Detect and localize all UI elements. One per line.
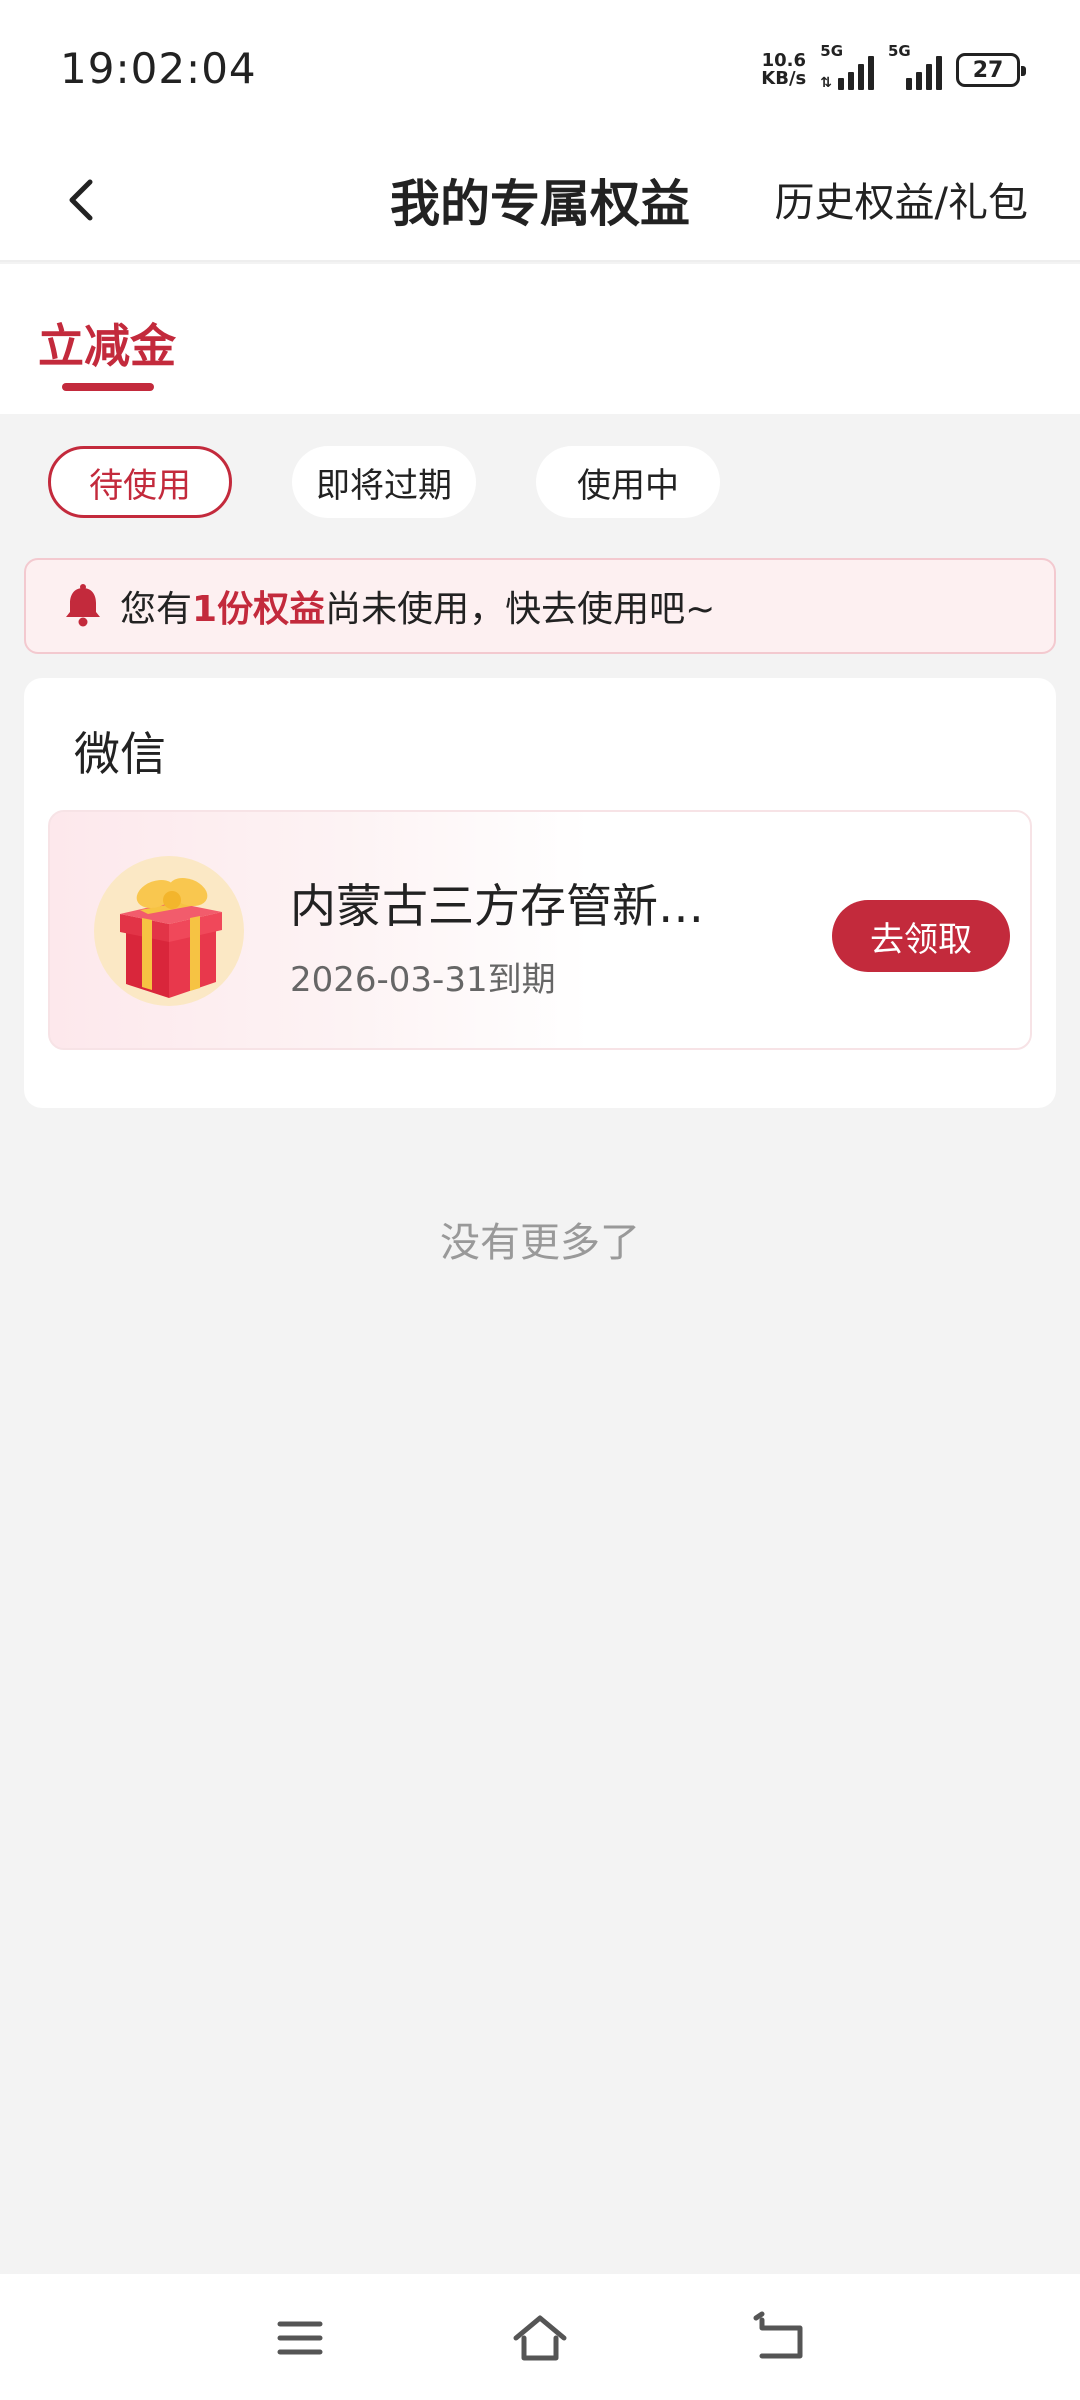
network-speed-unit: KB/s (761, 68, 807, 89)
sim1-label: 5G (820, 42, 844, 60)
no-more-text: 没有更多了 (440, 1220, 640, 1266)
home-icon[interactable] (510, 2308, 570, 2368)
back-icon[interactable] (750, 2308, 810, 2368)
tab-active-indicator (62, 383, 154, 391)
benefit-section-card: 微信 内蒙古三方存管新… 2026-03-31到期 去领取 (24, 678, 1056, 1108)
bell-icon (66, 584, 100, 627)
benefit-item: 内蒙古三方存管新… 2026-03-31到期 去领取 (48, 810, 1032, 1050)
tab-instant-discount[interactable]: 立减金 (38, 310, 176, 376)
benefit-expiry: 2026-03-31到期 (290, 960, 556, 1000)
status-bar: 19:02:04 10.6 KB/s 5G ⇅ 5G 27 (0, 0, 1080, 140)
category-tabs: 立减金 (0, 264, 1080, 414)
menu-icon[interactable] (270, 2308, 330, 2368)
system-navigation-bar (0, 2274, 1080, 2400)
battery-level: 27 (972, 57, 1004, 83)
benefit-name: 内蒙古三方存管新… (290, 879, 704, 933)
unused-benefit-notice: 您有1份权益尚未使用，快去使用吧~ (24, 558, 1056, 654)
signal-sim1-icon: 5G ⇅ (820, 42, 874, 91)
battery-icon: 27 (956, 53, 1026, 87)
notice-text: 您有1份权益尚未使用，快去使用吧~ (120, 580, 715, 632)
status-filters: 待使用 即将过期 使用中 (48, 446, 720, 518)
filter-in-use[interactable]: 使用中 (536, 446, 720, 518)
claim-button[interactable]: 去领取 (832, 900, 1010, 972)
notice-prefix: 您有 (120, 589, 193, 630)
status-time: 19:02:04 (60, 44, 257, 93)
history-benefits-link[interactable]: 历史权益/礼包 (775, 170, 1028, 228)
notice-highlight: 1份权益 (192, 589, 326, 630)
status-icons: 10.6 KB/s 5G ⇅ 5G 27 (761, 42, 1026, 91)
notice-suffix: 尚未使用，快去使用吧~ (325, 589, 716, 630)
data-arrows-icon: ⇅ (820, 75, 832, 91)
signal-sim2-icon: 5G (888, 42, 942, 90)
network-speed: 10.6 KB/s (761, 52, 806, 88)
filter-to-use[interactable]: 待使用 (48, 446, 232, 518)
sim2-label: 5G (888, 42, 911, 60)
nav-bar: 我的专属权益 历史权益/礼包 (0, 140, 1080, 262)
gift-icon (94, 856, 244, 1006)
filter-expiring-soon[interactable]: 即将过期 (292, 446, 476, 518)
section-title: 微信 (74, 727, 166, 781)
